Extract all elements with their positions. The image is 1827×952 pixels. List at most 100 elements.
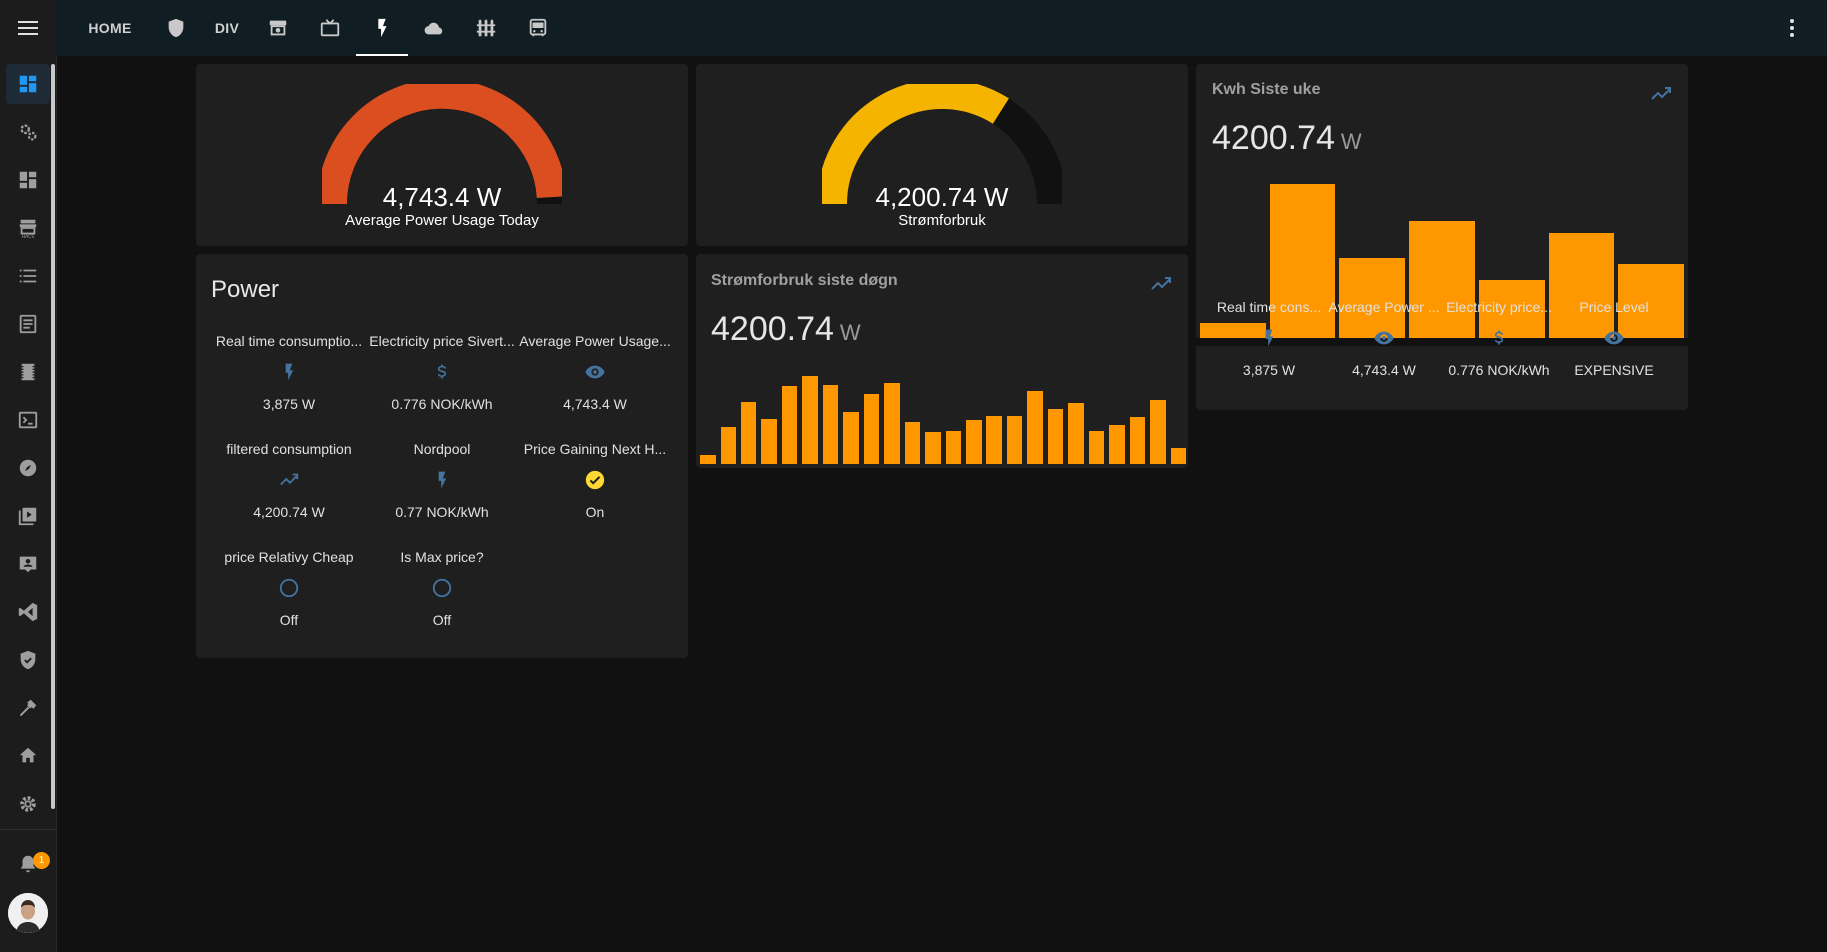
menu-button[interactable] [0, 0, 56, 56]
sidebar-item-supervisor[interactable] [6, 112, 50, 152]
graph-bar[interactable] [822, 384, 839, 464]
overflow-menu-button[interactable] [1770, 0, 1814, 56]
circle-outline-icon [279, 578, 299, 598]
value-unit: W [839, 320, 861, 345]
tab-weather[interactable] [408, 0, 460, 56]
entity-electricity-price[interactable]: Electricity price Sivert... 0.776 NOK/kW… [366, 332, 518, 413]
graph-bar[interactable] [761, 419, 777, 464]
entity-name: Electricity price... [1446, 299, 1552, 315]
entity-price-relatively-cheap[interactable]: price Relativy Cheap Off [213, 548, 365, 629]
tab-security[interactable] [150, 0, 202, 56]
sidebar-item-security[interactable] [6, 640, 50, 680]
graph-bar[interactable] [1006, 415, 1023, 464]
sidebar-item-hacs[interactable]: HACS [6, 208, 50, 248]
media-icon [18, 507, 37, 526]
sidebar-item-terminal[interactable] [6, 400, 50, 440]
entity-state: 4,743.4 W [1352, 362, 1416, 378]
chart-line-icon [280, 473, 299, 486]
view-dashboard-icon [19, 171, 37, 189]
tab-transport[interactable] [512, 0, 564, 56]
sidebar-item-dashboards[interactable] [6, 160, 50, 200]
sidebar-item-logbook[interactable] [6, 304, 50, 344]
sidebar-item-lists[interactable] [6, 256, 50, 296]
day-sensor-card[interactable]: Strømforbruk siste døgn 4200.74 W [696, 254, 1188, 468]
sidebar-item-settings[interactable] [6, 784, 50, 824]
avatar-image [8, 893, 48, 933]
sidebar-item-person[interactable] [6, 544, 50, 584]
compass-icon [19, 459, 37, 477]
sidebar-item-overview[interactable] [6, 64, 50, 104]
tab-garden[interactable] [460, 0, 512, 56]
tab-tv[interactable] [304, 0, 356, 56]
tab-home[interactable]: HOME [80, 0, 140, 56]
graph-bar[interactable] [863, 393, 880, 464]
card-title: Strømforbruk siste døgn [711, 272, 898, 289]
gauge-value: 4,200.74 W [875, 182, 1009, 212]
graph-bar[interactable] [945, 431, 961, 464]
graph-bar[interactable] [1027, 391, 1043, 464]
graph-bar[interactable] [904, 421, 921, 464]
hacs-store-icon: HACS [19, 219, 37, 239]
user-avatar[interactable] [8, 893, 48, 933]
graph-bar[interactable] [843, 412, 859, 464]
entity-average-power-usage[interactable]: Average Power Usage... 4,743.4 W [519, 332, 671, 413]
sidebar-scrollbar[interactable] [51, 64, 55, 809]
week-entity-price-level[interactable]: Price Level EXPENSIVE [1558, 298, 1670, 379]
entity-nordpool[interactable]: Nordpool 0.77 NOK/kWh [366, 440, 518, 521]
eye-icon [1604, 331, 1624, 345]
tab-energy[interactable] [356, 0, 408, 56]
currency-usd-icon [1494, 330, 1504, 345]
chart-line-icon [1651, 87, 1671, 100]
flash-icon [378, 18, 387, 38]
shield-icon [168, 18, 184, 38]
graph-bar[interactable] [740, 402, 757, 464]
graph-bar[interactable] [986, 415, 1002, 464]
sidebar-item-media-browser[interactable] [6, 496, 50, 536]
graph-bar[interactable] [700, 455, 716, 464]
tab-vacuum[interactable] [252, 0, 304, 56]
week-entity-electricity-price[interactable]: Electricity price... 0.776 NOK/kWh [1443, 298, 1555, 379]
sidebar-item-vscode[interactable] [6, 592, 50, 632]
week-entity-real-time-consumption[interactable]: Real time cons... 3,875 W [1213, 298, 1325, 379]
sidebar-item-explore[interactable] [6, 448, 50, 488]
currency-usd-icon [437, 364, 447, 379]
entity-real-time-consumption[interactable]: Real time consumptio... 3,875 W [213, 332, 365, 413]
day-bar-graph [700, 376, 1186, 464]
week-entity-average-power[interactable]: Average Power ... 4,743.4 W [1328, 298, 1440, 379]
film-icon [21, 363, 35, 381]
graph-bar[interactable] [966, 420, 982, 464]
menu-icon [18, 21, 38, 35]
graph-bar[interactable] [1150, 399, 1166, 464]
graph-bar[interactable] [1109, 425, 1125, 464]
entity-state: Off [279, 612, 299, 628]
graph-bar[interactable] [1088, 431, 1105, 464]
graph-bar[interactable] [1068, 403, 1084, 464]
fence-icon [476, 19, 496, 37]
entity-state: 4,743.4 W [563, 396, 627, 412]
graph-bar[interactable] [1170, 448, 1186, 464]
graph-bar[interactable] [720, 427, 736, 464]
power-entities-card: Power Real time consumptio... 3,875 W El… [196, 254, 688, 658]
graph-bar[interactable] [1047, 408, 1064, 464]
flash-icon [1265, 329, 1274, 347]
gauge-card-average-power[interactable]: 4,743.4 W Average Power Usage Today [196, 64, 688, 246]
entity-filtered-consumption[interactable]: filtered consumption 4,200.74 W [213, 440, 365, 521]
entity-name: Real time consumptio... [215, 333, 363, 349]
graph-bar[interactable] [925, 432, 941, 464]
tab-home-label: HOME [88, 20, 132, 36]
graph-bar[interactable] [781, 385, 798, 464]
tab-div[interactable]: DIV [202, 0, 252, 56]
entity-is-max-price[interactable]: Is Max price? Off [366, 548, 518, 629]
sidebar-item-media[interactable] [6, 352, 50, 392]
gauge-value: 4,743.4 W [382, 182, 502, 212]
entity-name: Real time cons... [1216, 299, 1322, 315]
graph-bar[interactable] [1129, 417, 1146, 464]
sidebar-item-home-maintenance[interactable] [6, 736, 50, 776]
gauge-card-stromforbruk[interactable]: 4,200.74 W Strømforbruk [696, 64, 1188, 246]
graph-bar[interactable] [884, 383, 900, 464]
sidebar-item-developer-tools[interactable] [6, 688, 50, 728]
entity-price-gaining-next-hour[interactable]: Price Gaining Next H... On [519, 440, 671, 521]
cloud-icon [424, 22, 443, 35]
graph-bar[interactable] [802, 376, 818, 464]
chart-line-icon [1151, 277, 1171, 290]
